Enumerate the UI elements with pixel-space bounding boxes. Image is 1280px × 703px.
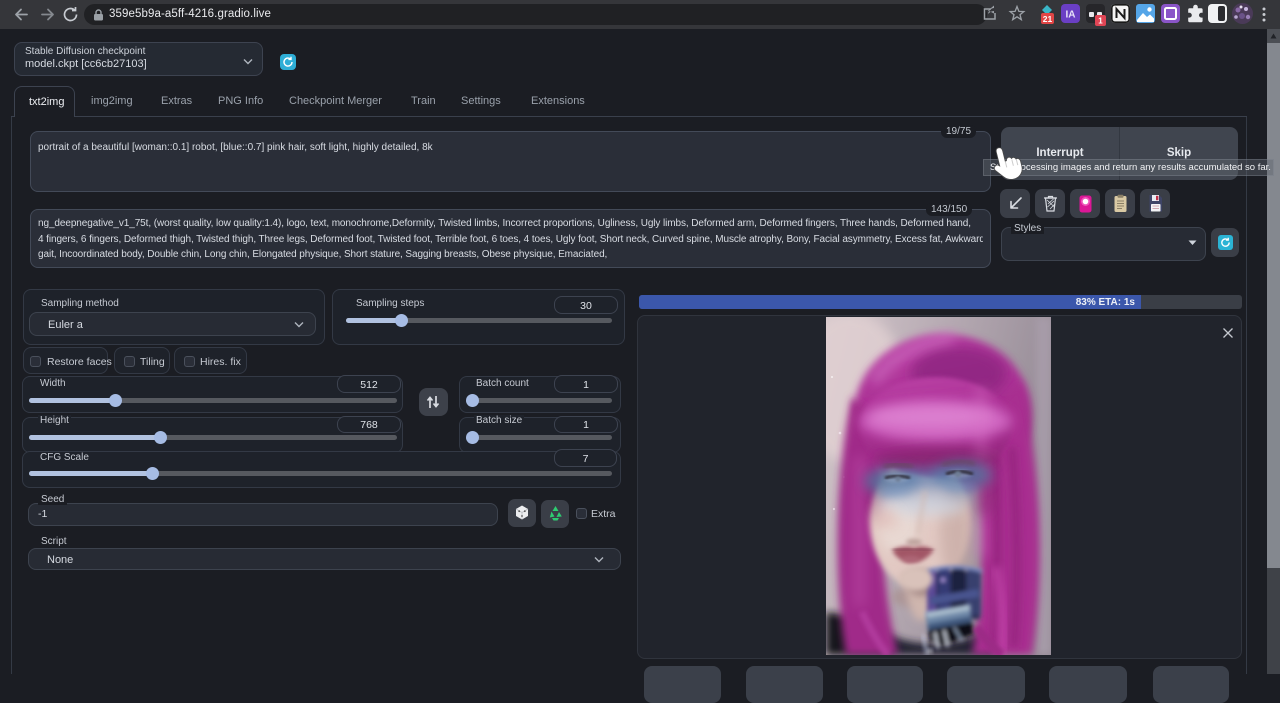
svg-text:1: 1	[1098, 17, 1103, 26]
svg-text:IA: IA	[1066, 10, 1076, 21]
svg-text:21: 21	[1043, 14, 1053, 24]
